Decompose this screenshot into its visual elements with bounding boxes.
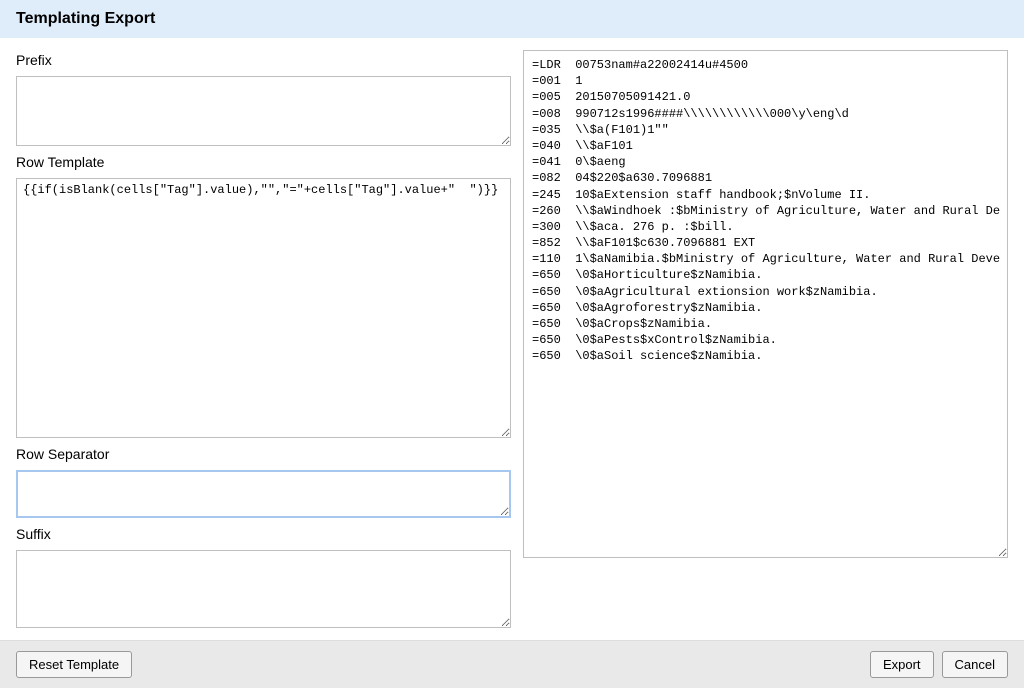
suffix-input[interactable] xyxy=(16,550,511,628)
dialog-footer: Reset Template Export Cancel xyxy=(0,640,1024,688)
right-column xyxy=(523,50,1008,632)
prefix-input[interactable] xyxy=(16,76,511,146)
row-template-label: Row Template xyxy=(16,154,511,170)
reset-template-button[interactable]: Reset Template xyxy=(16,651,132,678)
preview-output[interactable] xyxy=(523,50,1008,558)
row-separator-label: Row Separator xyxy=(16,446,511,462)
suffix-label: Suffix xyxy=(16,526,511,542)
cancel-button[interactable]: Cancel xyxy=(942,651,1008,678)
footer-right: Export Cancel xyxy=(870,651,1008,678)
footer-left: Reset Template xyxy=(16,651,132,678)
row-separator-input[interactable] xyxy=(16,470,511,518)
left-column: Prefix Row Template Row Separator Suffix xyxy=(16,50,511,632)
row-template-input[interactable] xyxy=(16,178,511,438)
dialog-title: Templating Export xyxy=(16,10,155,27)
dialog-header: Templating Export xyxy=(0,0,1024,38)
prefix-label: Prefix xyxy=(16,52,511,68)
export-button[interactable]: Export xyxy=(870,651,934,678)
main-content: Prefix Row Template Row Separator Suffix xyxy=(0,38,1024,640)
